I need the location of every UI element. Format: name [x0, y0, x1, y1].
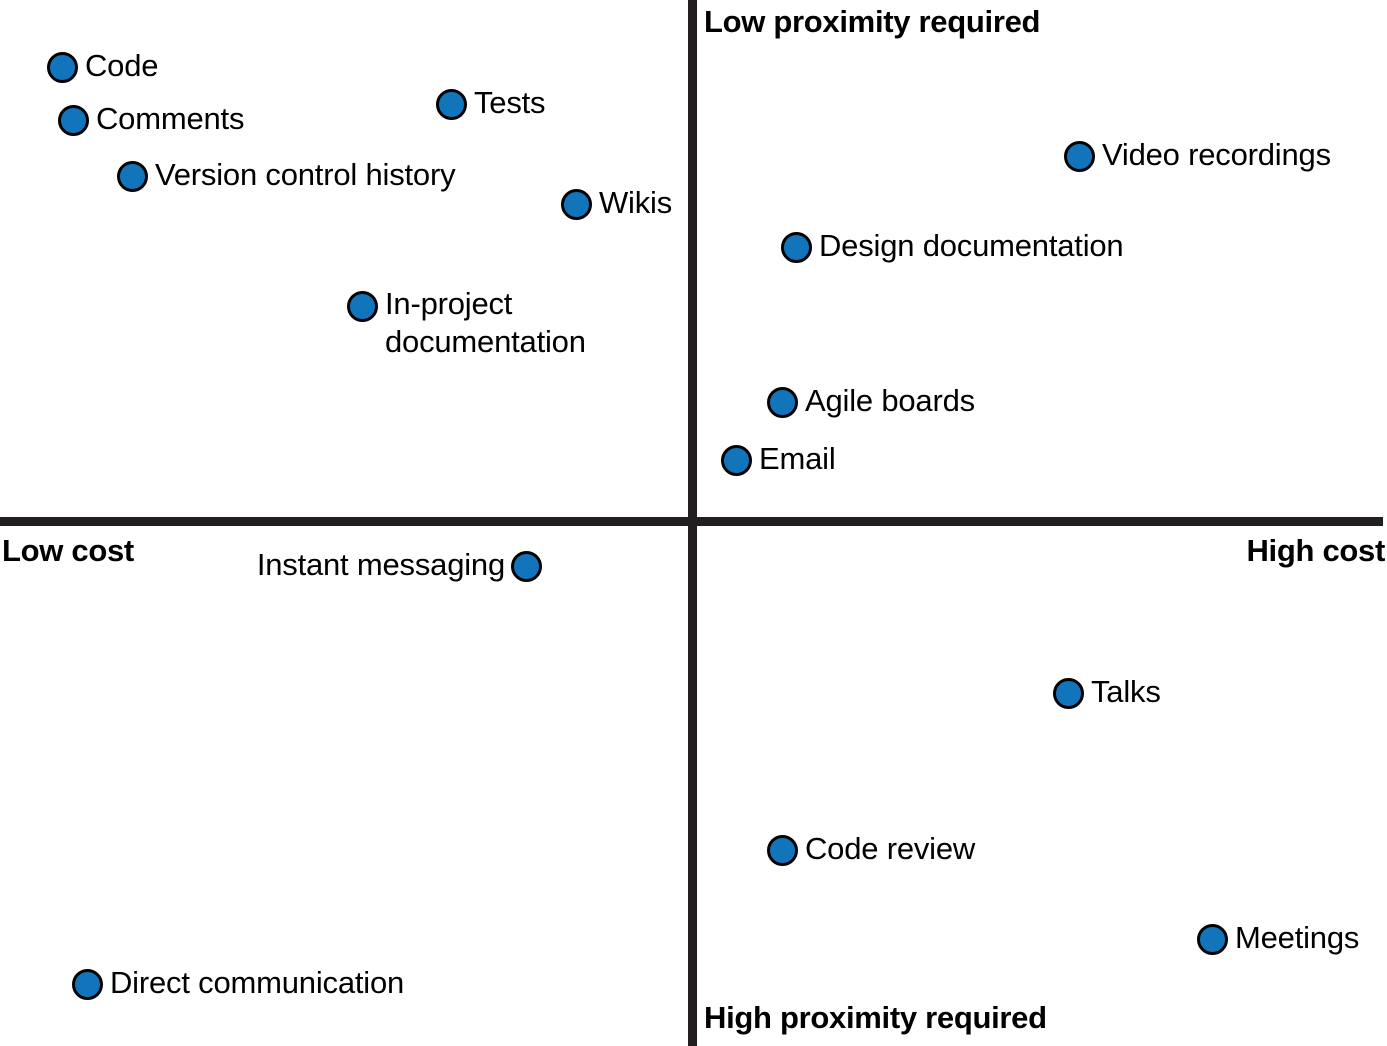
data-point-label: Code review	[805, 831, 976, 866]
data-point-marker-circle-icon	[767, 387, 798, 418]
data-point-marker-circle-icon	[436, 89, 467, 120]
data-point-label: In-project documentation	[385, 286, 586, 359]
data-point-marker-circle-icon	[47, 52, 78, 83]
data-point-label: Video recordings	[1102, 137, 1331, 172]
data-point-marker-circle-icon	[511, 551, 542, 582]
data-point-label: Instant messaging	[256, 547, 505, 582]
data-point-marker-circle-icon	[721, 445, 752, 476]
data-point-label: Talks	[1091, 674, 1161, 709]
axis-title-left: Low cost	[2, 533, 134, 568]
data-point-label: Meetings	[1235, 920, 1360, 955]
data-point-label: Direct communication	[110, 965, 405, 1000]
data-point-marker-circle-icon	[1197, 924, 1228, 955]
axis-title-right: High cost	[1246, 533, 1385, 568]
data-point-marker-circle-icon	[767, 835, 798, 866]
data-point-marker-circle-icon	[1064, 141, 1095, 172]
data-point-label: Code	[85, 48, 159, 83]
horizontal-axis-line	[0, 517, 1383, 526]
data-point-label: Wikis	[599, 185, 673, 220]
data-point-label: Design documentation	[819, 228, 1124, 263]
data-point-label: Version control history	[155, 157, 456, 192]
data-point-label: Tests	[474, 85, 546, 120]
quadrant-scatter-chart: Low proximity required High proximity re…	[0, 0, 1387, 1046]
data-point-marker-circle-icon	[561, 189, 592, 220]
data-point-marker-circle-icon	[1053, 678, 1084, 709]
data-point-marker-circle-icon	[72, 969, 103, 1000]
data-point-marker-circle-icon	[347, 291, 378, 322]
axis-title-top: Low proximity required	[704, 4, 1041, 39]
data-point-marker-circle-icon	[58, 105, 89, 136]
axis-title-bottom: High proximity required	[704, 1000, 1047, 1035]
data-point-label: Comments	[96, 101, 245, 136]
data-point-marker-circle-icon	[781, 232, 812, 263]
data-point-marker-circle-icon	[117, 161, 148, 192]
data-point-label: Agile boards	[805, 383, 975, 418]
data-point-label: Email	[759, 441, 836, 476]
